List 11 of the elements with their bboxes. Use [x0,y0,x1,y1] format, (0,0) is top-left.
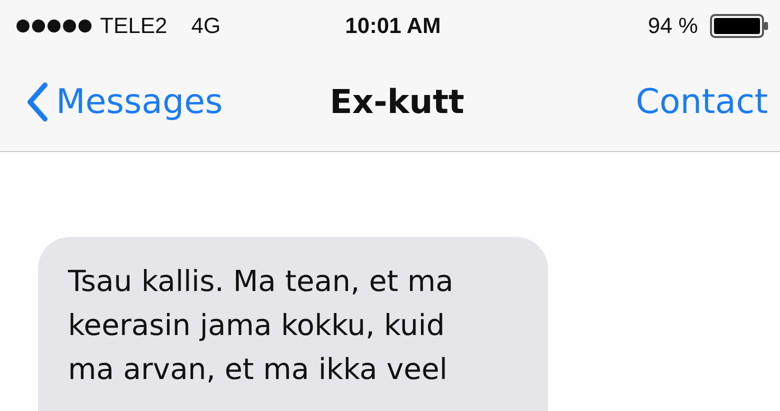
contact-button[interactable]: Contact [636,82,768,122]
battery-percent: 94 % [648,13,698,39]
battery-icon [710,14,770,38]
clock-time: 10:01 AM [345,13,441,39]
conversation-title: Ex-kutt [330,82,464,121]
chevron-left-icon [26,82,48,122]
carrier-name: TELE2 [100,13,168,39]
message-bubble: Tsau kallis. Ma tean, et ma keerasin jama kokku, kuid ma arvan, et ma ikka veel [38,237,548,411]
back-button[interactable]: Messages [26,82,223,122]
network-type: 4G [191,13,221,39]
signal-icon [16,19,92,33]
